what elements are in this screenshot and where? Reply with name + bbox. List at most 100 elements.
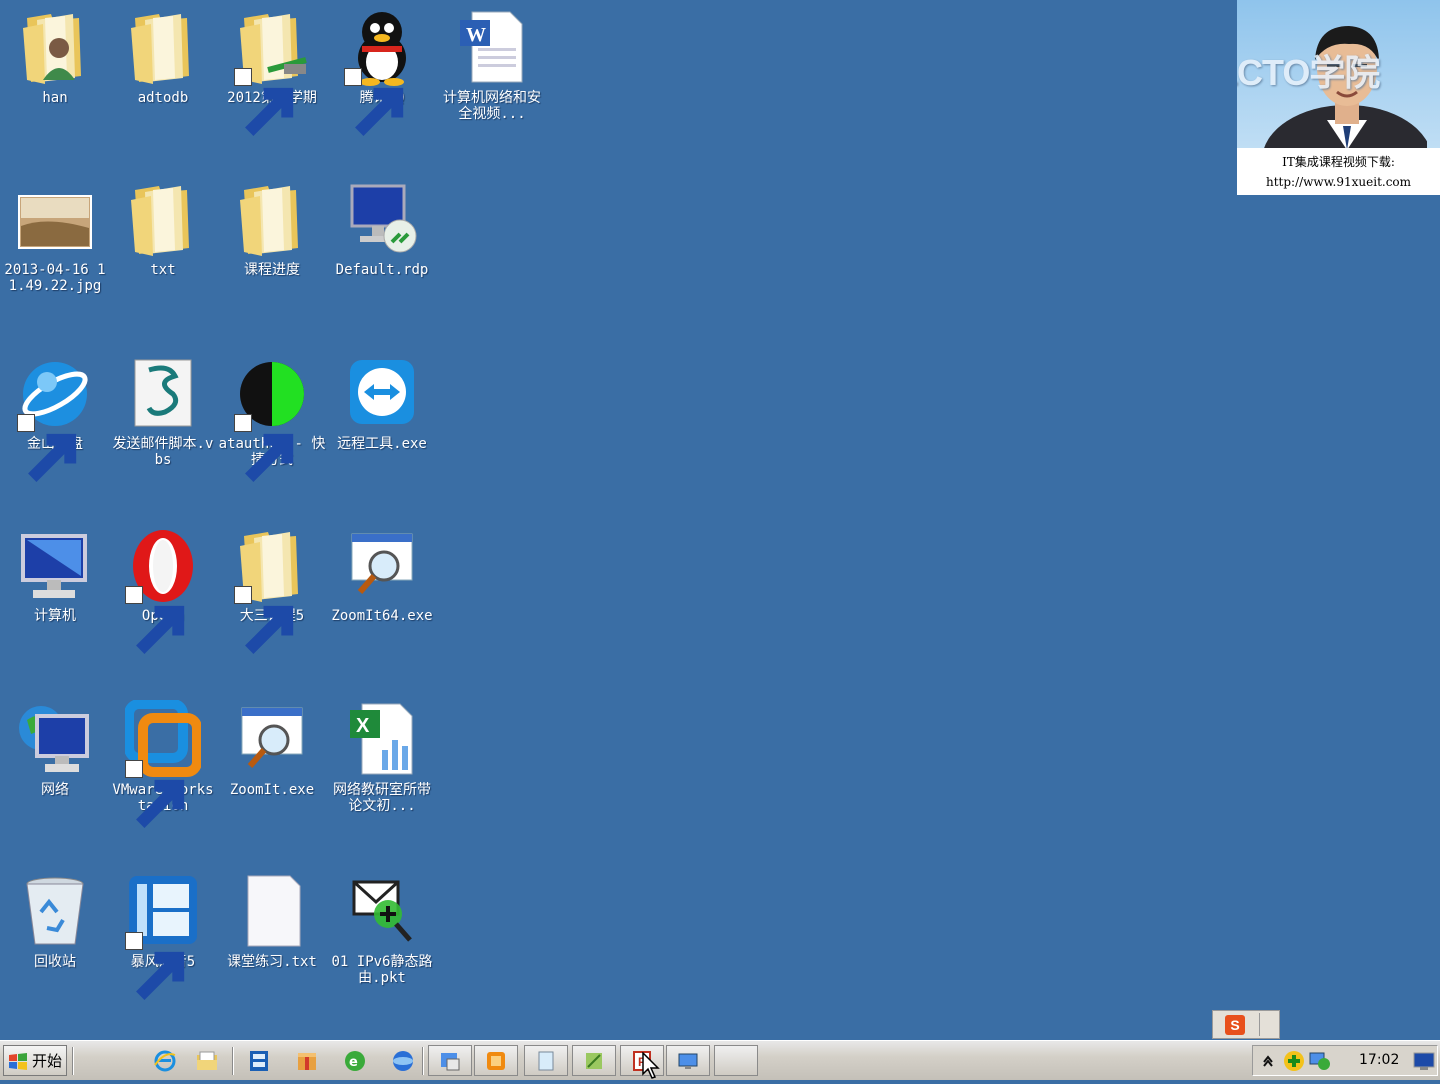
baofeng-player-icon [123,870,203,1000]
folder-shortcut-icon [232,6,312,136]
desktop-icon[interactable]: X 网络教研室所带论文初... [327,698,437,848]
system-tray: 17:02 [1252,1045,1438,1076]
shortcut-arrow-icon [125,760,185,828]
desktop-icon-label: han [42,90,68,106]
shortcut-arrow-icon [344,68,404,136]
script-file-icon [123,352,203,434]
desktop-icon[interactable]: adtodb [108,6,218,156]
green-plus-icon[interactable] [1283,1050,1305,1072]
desktop-icon-label: 网络 [41,782,69,798]
desktop-icon[interactable]: 金山快盘 [0,352,110,502]
desktop-icon[interactable]: 发送邮件脚本.vbs [108,352,218,502]
desktop-icon[interactable]: 2013-04-16 11.49.22.jpg [0,178,110,328]
clock[interactable]: 17:02 [1359,1052,1399,1068]
explorer-icon[interactable] [192,1046,222,1076]
svg-text:e: e [349,1055,358,1070]
brand-watermark-text: 51CTO学院 [1237,52,1380,93]
desktop-icon-label: 远程工具.exe [337,436,427,452]
mouse-cursor-icon [642,1051,662,1080]
desktop-icon-label: adtodb [137,90,189,106]
packet-tracer-icon [342,870,422,952]
window-task-6[interactable] [666,1045,710,1076]
text-file-icon [232,870,312,952]
watermark-caption-line1: IT集成课程视频下载: [1282,155,1395,169]
watermark-caption-line2: http://www.91xueit.com [1265,175,1412,189]
sogou-ime-icon[interactable]: S [1225,1015,1245,1035]
svg-text:W: W [466,24,486,46]
network-tray-icon[interactable] [1309,1050,1331,1072]
desktop-icon[interactable]: 2012第二学期 [217,6,327,156]
desktop-icon[interactable]: 网络 [0,698,110,848]
desktop-icon[interactable]: 腾讯QQ [327,6,437,156]
package-icon[interactable] [292,1046,322,1076]
shortcut-arrow-icon [234,414,294,482]
shortcut-arrow-icon [234,68,294,136]
computer-icon [15,524,95,606]
zoomit-icon [232,698,312,780]
desktop-icon[interactable]: 01 IPv6静态路由.pkt [327,870,437,1020]
shortcut-arrow-icon [234,586,294,654]
ime-menu-handle[interactable] [1259,1013,1272,1036]
desktop-icon[interactable]: 远程工具.exe [327,352,437,502]
teamviewer-icon [342,352,422,434]
show-hidden-icon[interactable] [1257,1050,1279,1072]
desktop-icon[interactable]: atauthor - 快捷方式 [217,352,327,502]
recycle-bin-icon [15,870,95,952]
folder-icon [232,178,312,260]
desktop-icon[interactable]: Default.rdp [327,178,437,328]
desktop-icon[interactable]: W 计算机网络和安全视频... [437,6,547,156]
opera-icon [123,524,203,654]
desktop-icon-label: txt [150,262,176,278]
desktop-icon[interactable]: 课程进度 [217,178,327,328]
ime-toolbar[interactable]: S [1212,1010,1280,1039]
kuaipan-icon [15,352,95,482]
desktop-icon-label: Default.rdp [335,262,429,278]
desktop-icon[interactable]: han [0,6,110,156]
taskbar-separator [232,1047,234,1075]
watermark: 51CTO学院 IT集成课程视频下载: http://www.91xueit.c… [1237,0,1440,195]
taskbar-separator [72,1047,74,1075]
shortcut-arrow-icon [125,932,185,1000]
taskbar-separator [422,1047,424,1075]
zoomit-icon [342,524,422,606]
user-folder-icon [15,6,95,88]
desktop-icon[interactable]: 暴风影音5 [108,870,218,1020]
desktop-icon[interactable]: 课堂练习.txt [217,870,327,1020]
excel-document-icon: X [342,698,422,780]
atauthor-icon [232,352,312,482]
desktop-icon[interactable]: 大三课程5 [217,524,327,674]
window-task-7[interactable] [714,1045,758,1076]
windows-flag-icon [9,1052,27,1070]
desktop-icon[interactable]: 计算机 [0,524,110,674]
folder-icon [232,524,312,654]
ie-icon[interactable] [150,1046,180,1076]
desktop-icon[interactable]: 回收站 [0,870,110,1020]
remote-desktop-icon [342,178,422,260]
desktop-icon-label: ZoomIt64.exe [331,608,433,624]
desktop-icon[interactable]: txt [108,178,218,328]
qq-penguin-icon [342,6,422,136]
desktop-icon[interactable]: Opera [108,524,218,674]
word-document-icon: W [452,6,532,88]
desktop-icon[interactable]: ZoomIt.exe [217,698,327,848]
desktop-icon-label: 计算机网络和安全视频... [443,90,541,122]
media-icon[interactable] [244,1046,274,1076]
360-browser-icon[interactable]: e [340,1046,370,1076]
start-button[interactable]: 开始 [3,1045,67,1076]
desktop: han adtodb 2012第二学期 腾讯QQ W 计算机网络和安全视频... 2013-… [0,0,1440,1040]
desktop-tray-icon[interactable] [1413,1050,1435,1072]
window-task-1[interactable] [428,1045,472,1076]
svg-text:X: X [356,715,370,737]
window-task-2[interactable] [474,1045,518,1076]
desktop-icon[interactable]: ZoomIt64.exe [327,524,437,674]
window-task-3[interactable] [524,1045,568,1076]
desktop-icon-label: 计算机 [34,608,76,624]
desktop-icon-label: ZoomIt.exe [229,782,315,798]
window-task-4[interactable] [572,1045,616,1076]
globe-icon[interactable] [388,1046,418,1076]
desktop-icon[interactable]: VMware Workstation [108,698,218,848]
desktop-icon-label: 发送邮件脚本.vbs [112,436,214,468]
shortcut-arrow-icon [125,586,185,654]
folder-icon [123,178,203,260]
folder-icon [123,6,203,88]
